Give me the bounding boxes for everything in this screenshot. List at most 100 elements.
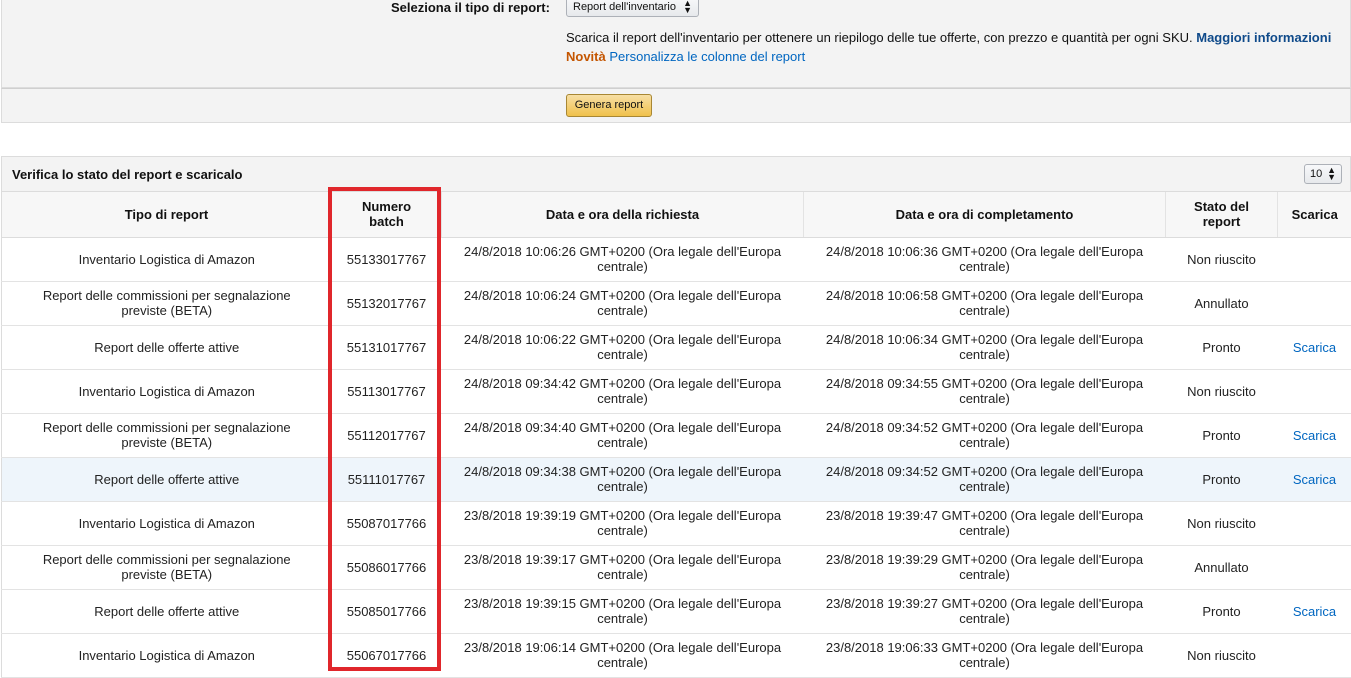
column-header-batch[interactable]: Numero batch [332,192,442,237]
cell-requested: 24/8/2018 10:06:26 GMT+0200 (Ora legale … [442,237,804,281]
report-description: Scarica il report dell'inventario per ot… [566,30,1331,45]
table-row: Inventario Logistica di Amazon 551130177… [2,369,1351,413]
column-header-requested[interactable]: Data e ora della richiesta [442,192,804,237]
cell-batch: 55111017767 [332,457,442,501]
generate-panel: Genera report [1,88,1351,123]
cell-status: Pronto [1166,589,1278,633]
cell-completed: 23/8/2018 19:06:33 GMT+0200 (Ora legale … [804,633,1166,677]
download-link[interactable]: Scarica [1293,340,1336,355]
cell-completed: 24/8/2018 10:06:58 GMT+0200 (Ora legale … [804,281,1166,325]
status-section-title: Verifica lo stato del report e scaricalo [12,167,242,182]
cell-status: Annullato [1166,545,1278,589]
cell-completed: 23/8/2018 19:39:29 GMT+0200 (Ora legale … [804,545,1166,589]
report-type-panel: Seleziona il tipo di report: Report dell… [1,0,1351,88]
report-type-select[interactable]: Report dell'inventario ▲▼ [566,0,699,17]
table-row: Report delle commissioni per segnalazion… [2,545,1351,589]
column-header-type[interactable]: Tipo di report [2,192,332,237]
cell-completed: 23/8/2018 19:39:47 GMT+0200 (Ora legale … [804,501,1166,545]
download-link[interactable]: Scarica [1293,472,1336,487]
cell-requested: 23/8/2018 19:39:17 GMT+0200 (Ora legale … [442,545,804,589]
cell-type: Inventario Logistica di Amazon [2,633,332,677]
cell-download [1278,281,1351,325]
generate-report-button[interactable]: Genera report [566,94,652,117]
table-row: Report delle offerte attive 55085017766 … [2,589,1351,633]
cell-status: Non riuscito [1166,369,1278,413]
cell-batch: 55133017767 [332,237,442,281]
cell-status: Pronto [1166,325,1278,369]
cell-status: Pronto [1166,457,1278,501]
table-row: Inventario Logistica di Amazon 551330177… [2,237,1351,281]
cell-requested: 23/8/2018 19:39:15 GMT+0200 (Ora legale … [442,589,804,633]
cell-download: Scarica [1278,325,1351,369]
new-feature-line: Novità Personalizza le colonne del repor… [566,49,805,64]
reports-table: Tipo di report Numero batch Data e ora d… [1,192,1351,678]
download-link[interactable]: Scarica [1293,604,1336,619]
cell-requested: 24/8/2018 10:06:24 GMT+0200 (Ora legale … [442,281,804,325]
cell-batch: 55087017766 [332,501,442,545]
cell-download: Scarica [1278,589,1351,633]
cell-completed: 24/8/2018 10:06:36 GMT+0200 (Ora legale … [804,237,1166,281]
cell-download: Scarica [1278,457,1351,501]
cell-type: Report delle offerte attive [2,325,332,369]
column-header-download: Scarica [1278,192,1351,237]
cell-completed: 24/8/2018 10:06:34 GMT+0200 (Ora legale … [804,325,1166,369]
cell-completed: 24/8/2018 09:34:55 GMT+0200 (Ora legale … [804,369,1166,413]
cell-batch: 55132017767 [332,281,442,325]
column-header-completed[interactable]: Data e ora di completamento [804,192,1166,237]
table-row: Report delle offerte attive 55111017767 … [2,457,1351,501]
cell-requested: 24/8/2018 10:06:22 GMT+0200 (Ora legale … [442,325,804,369]
cell-batch: 55112017767 [332,413,442,457]
new-badge: Novità [566,49,606,64]
download-link[interactable]: Scarica [1293,428,1336,443]
cell-type: Inventario Logistica di Amazon [2,501,332,545]
cell-type: Report delle offerte attive [2,589,332,633]
cell-type: Inventario Logistica di Amazon [2,237,332,281]
page-size-select[interactable]: 10 ▲▼ [1304,164,1342,184]
cell-requested: 24/8/2018 09:34:40 GMT+0200 (Ora legale … [442,413,804,457]
cell-download [1278,545,1351,589]
page-size-value: 10 [1310,168,1322,180]
up-down-arrows-icon: ▲▼ [1327,167,1336,181]
table-row: Inventario Logistica di Amazon 550870177… [2,501,1351,545]
table-row: Report delle offerte attive 55131017767 … [2,325,1351,369]
cell-download [1278,633,1351,677]
cell-batch: 55085017766 [332,589,442,633]
report-type-select-value: Report dell'inventario [573,1,676,13]
customize-columns-link[interactable]: Personalizza le colonne del report [609,49,805,64]
cell-type: Report delle offerte attive [2,457,332,501]
cell-completed: 24/8/2018 09:34:52 GMT+0200 (Ora legale … [804,457,1166,501]
cell-status: Pronto [1166,413,1278,457]
cell-status: Non riuscito [1166,237,1278,281]
status-section-header: Verifica lo stato del report e scaricalo… [1,156,1351,192]
cell-download [1278,369,1351,413]
table-row: Report delle commissioni per segnalazion… [2,281,1351,325]
cell-batch: 55067017766 [332,633,442,677]
report-description-text: Scarica il report dell'inventario per ot… [566,30,1193,45]
table-row: Inventario Logistica di Amazon 550670177… [2,633,1351,677]
cell-completed: 24/8/2018 09:34:52 GMT+0200 (Ora legale … [804,413,1166,457]
cell-download [1278,237,1351,281]
cell-batch: 55131017767 [332,325,442,369]
cell-type: Inventario Logistica di Amazon [2,369,332,413]
cell-batch: 55086017766 [332,545,442,589]
cell-type: Report delle commissioni per segnalazion… [2,413,332,457]
cell-completed: 23/8/2018 19:39:27 GMT+0200 (Ora legale … [804,589,1166,633]
cell-status: Non riuscito [1166,633,1278,677]
cell-requested: 24/8/2018 09:34:38 GMT+0200 (Ora legale … [442,457,804,501]
cell-status: Non riuscito [1166,501,1278,545]
cell-requested: 24/8/2018 09:34:42 GMT+0200 (Ora legale … [442,369,804,413]
more-info-link[interactable]: Maggiori informazioni [1196,30,1331,45]
cell-batch: 55113017767 [332,369,442,413]
cell-requested: 23/8/2018 19:06:14 GMT+0200 (Ora legale … [442,633,804,677]
up-down-arrows-icon: ▲▼ [683,0,692,14]
cell-download: Scarica [1278,413,1351,457]
cell-type: Report delle commissioni per segnalazion… [2,281,332,325]
cell-requested: 23/8/2018 19:39:19 GMT+0200 (Ora legale … [442,501,804,545]
cell-download [1278,501,1351,545]
table-row: Report delle commissioni per segnalazion… [2,413,1351,457]
cell-status: Annullato [1166,281,1278,325]
cell-type: Report delle commissioni per segnalazion… [2,545,332,589]
report-type-label: Seleziona il tipo di report: [391,0,550,15]
table-header-row: Tipo di report Numero batch Data e ora d… [2,192,1351,237]
column-header-status[interactable]: Stato del report [1166,192,1278,237]
